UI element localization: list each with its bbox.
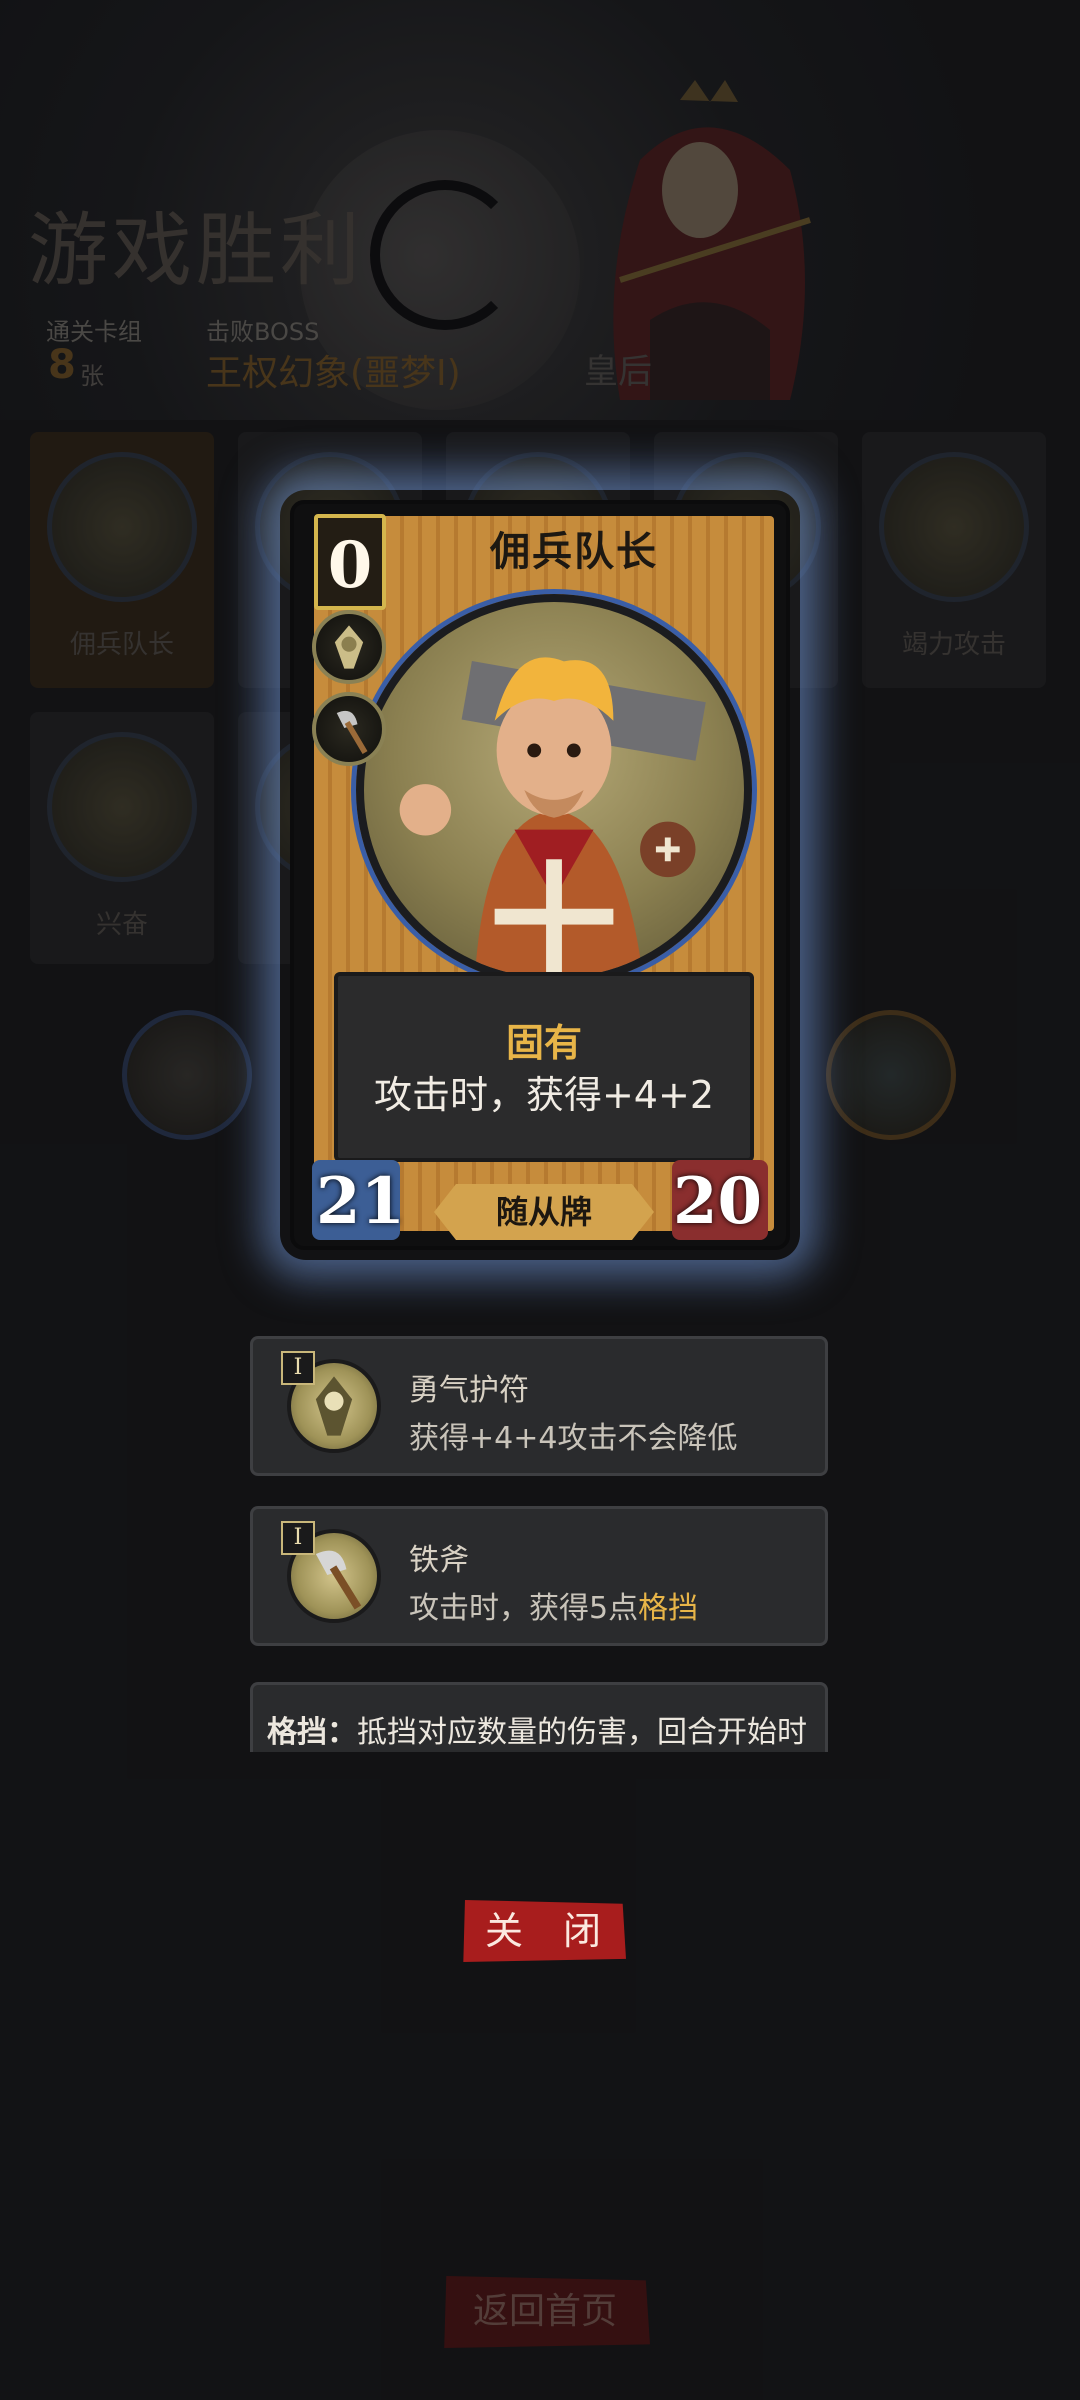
card-type: 随从牌 <box>495 1193 592 1231</box>
tooltip-term: 格挡： <box>267 1715 357 1750</box>
equipment-name: 勇气护符 <box>409 1373 529 1408</box>
equipment-item[interactable]: I 勇气护符 获得+4+4攻击不会降低 <box>250 1336 828 1476</box>
tier-tag: I <box>281 1351 315 1385</box>
equipment-description-text: 攻击时，获得5点 <box>409 1591 639 1626</box>
equipment-name: 铁斧 <box>409 1543 469 1578</box>
tooltip-body: 抵挡对应数量的伤害，回合开始时 <box>357 1715 807 1750</box>
card-name: 佣兵队长 <box>490 529 658 575</box>
card-health: 20 <box>672 1164 762 1239</box>
axe-icon <box>312 692 386 766</box>
card-cost-box: 0 <box>314 514 386 610</box>
mercenary-captain-portrait <box>356 594 752 986</box>
card-type-ribbon: 随从牌 <box>434 1184 654 1240</box>
card-attack: 21 <box>316 1164 406 1239</box>
card-description-box: 固有 攻击时，获得+4+2 <box>334 972 754 1162</box>
card-keyword: 固有 <box>505 1021 582 1065</box>
close-button[interactable]: 关 闭 <box>463 1900 626 1962</box>
keyword-tooltip: 格挡：抵挡对应数量的伤害，回合开始时 <box>250 1682 828 1752</box>
close-button-label: 关 闭 <box>484 1909 616 1953</box>
amulet-icon <box>312 610 386 684</box>
card-name-banner: 佣兵队长 <box>424 522 724 582</box>
card-cost: 0 <box>327 528 373 603</box>
equipment-description: 攻击时，获得5点格挡 <box>409 1583 698 1627</box>
tier-tag: I <box>281 1521 315 1555</box>
mercenary-captain-icon <box>399 657 706 978</box>
card-effect: 攻击时，获得+4+2 <box>373 1073 715 1117</box>
equipment-item[interactable]: I 铁斧 攻击时，获得5点格挡 <box>250 1506 828 1646</box>
equipment-description: 获得+4+4攻击不会降低 <box>409 1421 738 1456</box>
tooltip-text: 格挡：抵挡对应数量的伤害，回合开始时 <box>267 1707 807 1751</box>
card-detail: 0 佣兵队长 固有 攻击时，获得+4+2 21 20 随从牌 <box>290 500 790 1250</box>
keyword-link[interactable]: 格挡 <box>638 1591 698 1626</box>
